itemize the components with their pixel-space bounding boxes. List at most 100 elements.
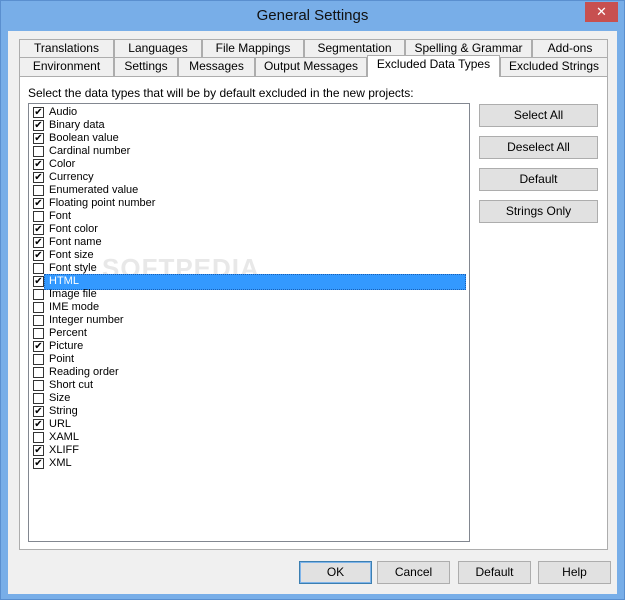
tab-excluded-strings[interactable]: Excluded Strings bbox=[500, 57, 608, 76]
list-item[interactable]: Cardinal number bbox=[31, 145, 467, 158]
list-item-label: Cardinal number bbox=[49, 145, 131, 157]
list-item-label: Point bbox=[49, 353, 75, 365]
list-item-label: Floating point number bbox=[49, 197, 156, 209]
checkbox-unchecked[interactable] bbox=[33, 354, 44, 365]
checkbox-unchecked[interactable] bbox=[33, 315, 44, 326]
list-item[interactable]: XAML bbox=[31, 431, 467, 444]
checkbox-checked[interactable]: ✔ bbox=[33, 458, 44, 469]
checkbox-checked[interactable]: ✔ bbox=[33, 172, 44, 183]
checkbox-checked[interactable]: ✔ bbox=[33, 198, 44, 209]
title-bar[interactable]: General Settings ✕ bbox=[1, 1, 624, 31]
checkbox-checked[interactable]: ✔ bbox=[33, 445, 44, 456]
check-icon: ✔ bbox=[34, 120, 43, 131]
list-item[interactable]: ✔ XML bbox=[31, 457, 467, 470]
list-item-label: Font style bbox=[49, 262, 97, 274]
default-types-button[interactable]: Default bbox=[479, 168, 598, 191]
check-icon: ✔ bbox=[34, 159, 43, 170]
check-icon: ✔ bbox=[34, 133, 43, 144]
tab-add-ons[interactable]: Add-ons bbox=[532, 39, 608, 58]
data-types-listbox[interactable]: SOFTPEDIA ✔ Audio ✔ Binary data ✔ Boolean val… bbox=[28, 103, 470, 542]
checkbox-checked[interactable]: ✔ bbox=[33, 406, 44, 417]
list-item-label: Color bbox=[49, 158, 76, 170]
cancel-button[interactable]: Cancel bbox=[377, 561, 450, 584]
help-button[interactable]: Help bbox=[538, 561, 611, 584]
tab-messages[interactable]: Messages bbox=[178, 57, 255, 76]
list-item[interactable]: Reading order bbox=[31, 366, 467, 379]
list-item[interactable]: ✔ Floating point number bbox=[31, 197, 467, 210]
list-item[interactable]: Font bbox=[31, 210, 467, 223]
tab-settings[interactable]: Settings bbox=[114, 57, 178, 76]
checkbox-unchecked[interactable] bbox=[33, 289, 44, 300]
list-item-label: Currency bbox=[49, 171, 94, 183]
list-item-label: Font name bbox=[49, 236, 102, 248]
strings-only-button[interactable]: Strings Only bbox=[479, 200, 598, 223]
list-item[interactable]: ✔ Picture bbox=[31, 340, 467, 353]
list-item[interactable]: Enumerated value bbox=[31, 184, 467, 197]
list-item[interactable]: Integer number bbox=[31, 314, 467, 327]
checkbox-checked[interactable]: ✔ bbox=[33, 250, 44, 261]
checkbox-checked[interactable]: ✔ bbox=[33, 107, 44, 118]
checkbox-unchecked[interactable] bbox=[33, 328, 44, 339]
checkbox-unchecked[interactable] bbox=[33, 211, 44, 222]
list-item-label: Boolean value bbox=[49, 132, 119, 144]
window-title: General Settings bbox=[256, 7, 369, 24]
list-item[interactable]: Image file bbox=[31, 288, 467, 301]
list-item-label: Binary data bbox=[49, 119, 105, 131]
checkbox-unchecked[interactable] bbox=[33, 393, 44, 404]
checkbox-checked[interactable]: ✔ bbox=[33, 341, 44, 352]
deselect-all-button[interactable]: Deselect All bbox=[479, 136, 598, 159]
list-item[interactable]: ✔ Color bbox=[31, 158, 467, 171]
list-item[interactable]: ✔ String bbox=[31, 405, 467, 418]
list-item[interactable]: ✔ Font size bbox=[31, 249, 467, 262]
check-icon: ✔ bbox=[34, 237, 43, 248]
list-item-label: Audio bbox=[49, 106, 78, 118]
tab-excluded-data-types[interactable]: Excluded Data Types bbox=[367, 55, 500, 77]
excluded-data-types-panel: Select the data types that will be by de… bbox=[19, 76, 608, 550]
checkbox-unchecked[interactable] bbox=[33, 380, 44, 391]
check-icon: ✔ bbox=[34, 445, 43, 456]
list-item[interactable]: ✔ Boolean value bbox=[31, 132, 467, 145]
list-item[interactable]: ✔ HTML bbox=[31, 274, 467, 290]
tab-translations[interactable]: Translations bbox=[19, 39, 114, 58]
checkbox-unchecked[interactable] bbox=[33, 185, 44, 196]
list-item[interactable]: ✔ Font color bbox=[31, 223, 467, 236]
checkbox-checked[interactable]: ✔ bbox=[33, 276, 44, 287]
checkbox-unchecked[interactable] bbox=[33, 432, 44, 443]
checkbox-checked[interactable]: ✔ bbox=[33, 419, 44, 430]
check-icon: ✔ bbox=[34, 198, 43, 209]
instruction-text: Select the data types that will be by de… bbox=[28, 86, 414, 100]
tab-environment[interactable]: Environment bbox=[19, 57, 114, 76]
list-item-label: Short cut bbox=[49, 379, 94, 391]
list-item[interactable]: ✔ Binary data bbox=[31, 119, 467, 132]
default-button[interactable]: Default bbox=[458, 561, 531, 584]
list-item-label: HTML bbox=[47, 275, 81, 288]
list-item[interactable]: ✔ Font name bbox=[31, 236, 467, 249]
check-icon: ✔ bbox=[34, 250, 43, 261]
tab-languages[interactable]: Languages bbox=[114, 39, 202, 58]
checkbox-checked[interactable]: ✔ bbox=[33, 133, 44, 144]
list-item[interactable]: ✔ Audio bbox=[31, 106, 467, 119]
close-button[interactable]: ✕ bbox=[585, 2, 618, 22]
checkbox-checked[interactable]: ✔ bbox=[33, 224, 44, 235]
checkbox-unchecked[interactable] bbox=[33, 367, 44, 378]
checkbox-checked[interactable]: ✔ bbox=[33, 159, 44, 170]
checkbox-checked[interactable]: ✔ bbox=[33, 120, 44, 131]
list-item[interactable]: Point bbox=[31, 353, 467, 366]
ok-button[interactable]: OK bbox=[299, 561, 372, 584]
list-item[interactable]: ✔ URL bbox=[31, 418, 467, 431]
select-all-button[interactable]: Select All bbox=[479, 104, 598, 127]
list-item-label: Enumerated value bbox=[49, 184, 139, 196]
list-item[interactable]: ✔ Currency bbox=[31, 171, 467, 184]
tab-output-messages[interactable]: Output Messages bbox=[255, 57, 367, 76]
list-item[interactable]: Size bbox=[31, 392, 467, 405]
tab-file-mappings[interactable]: File Mappings bbox=[202, 39, 304, 58]
list-item[interactable]: Percent bbox=[31, 327, 467, 340]
checkbox-unchecked[interactable] bbox=[33, 263, 44, 274]
list-item[interactable]: ✔ XLIFF bbox=[31, 444, 467, 457]
list-item-label: Image file bbox=[49, 288, 97, 300]
checkbox-checked[interactable]: ✔ bbox=[33, 237, 44, 248]
list-item[interactable]: Short cut bbox=[31, 379, 467, 392]
checkbox-unchecked[interactable] bbox=[33, 146, 44, 157]
checkbox-unchecked[interactable] bbox=[33, 302, 44, 313]
list-item[interactable]: IME mode bbox=[31, 301, 467, 314]
